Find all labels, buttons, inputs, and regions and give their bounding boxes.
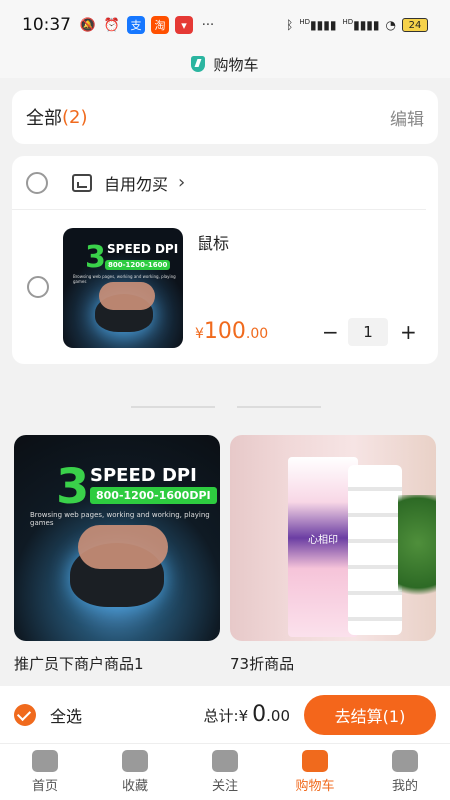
- tab-cart[interactable]: 购物车: [270, 744, 360, 800]
- cart-count: 2: [69, 106, 81, 128]
- rec-dpi-number: 3: [56, 459, 90, 515]
- cart-summary-bar: 全部(2) 编辑: [12, 90, 438, 144]
- total-int: 0: [252, 702, 267, 727]
- battery-icon: 24: [402, 18, 428, 32]
- rec-tabs: [131, 406, 321, 408]
- rec-title-2[interactable]: 73折商品: [230, 653, 436, 674]
- thumb-dpi-number: 3: [85, 240, 106, 275]
- tab-profile-label: 我的: [391, 779, 418, 794]
- all-label: 全部: [26, 108, 62, 129]
- item-select-radio[interactable]: [27, 276, 49, 298]
- tab-follow-label: 关注: [211, 779, 238, 794]
- tissue-brand-label: 心相印: [308, 535, 338, 546]
- thumb-dpi-text: SPEED DPI: [107, 242, 179, 256]
- decrease-button[interactable]: −: [322, 320, 339, 344]
- taobao-app-icon: 淘: [151, 16, 169, 34]
- checkout-bar: 全选 总计: ¥ 0 .00 去结算(1): [0, 686, 450, 744]
- rec-image-2[interactable]: 心相印: [230, 435, 436, 641]
- mute-bell-icon: 🔕: [79, 17, 97, 33]
- select-all-label[interactable]: 全选: [50, 703, 82, 727]
- page-title: 购物车: [213, 55, 259, 74]
- bottom-tabbar: 首页 收藏 关注 购物车 我的: [0, 744, 450, 800]
- rec-title[interactable]: 推广员下商户商品1: [14, 653, 220, 674]
- rec-dpi-text: SPEED DPI: [90, 465, 197, 486]
- status-right-icons: ᛒ HD▮▮▮▮ HD▮▮▮▮ ◔ 24: [286, 18, 428, 32]
- plant-graphic: [398, 495, 436, 615]
- signal-hd-icon-2: HD▮▮▮▮: [342, 18, 380, 32]
- shop-name[interactable]: 自用勿买: [104, 171, 168, 195]
- shop-header[interactable]: 自用勿买 ›: [12, 156, 426, 210]
- favorites-icon: [122, 750, 148, 772]
- item-price: ¥100.00: [195, 319, 268, 344]
- shield-icon: [191, 56, 206, 72]
- total-price: 总计: ¥ 0 .00: [204, 702, 290, 727]
- price-currency: ¥: [195, 326, 204, 342]
- signal-hd-label-2: HD: [342, 18, 354, 26]
- select-all-checkbox[interactable]: [14, 703, 36, 726]
- bluetooth-icon: ᛒ: [286, 18, 294, 32]
- item-name[interactable]: 鼠标: [197, 230, 229, 254]
- thumb-dpi-band: 800-1200-1600: [105, 260, 171, 270]
- price-int: 100: [203, 319, 246, 344]
- signal-hd-icon: HD▮▮▮▮: [299, 18, 337, 32]
- price-dec: .00: [245, 326, 269, 342]
- checkout-button[interactable]: 去结算(1): [304, 694, 436, 735]
- tab-home-label: 首页: [31, 779, 58, 794]
- item-thumbnail[interactable]: 3 SPEED DPI 800-1200-1600 Browsing web p…: [63, 228, 183, 348]
- count-close: ): [80, 106, 88, 128]
- app-notification-icon: ▾: [175, 16, 193, 34]
- rec-tab-indicator-2[interactable]: [237, 406, 321, 408]
- total-dec: .00: [266, 707, 290, 725]
- rec-card-2[interactable]: 心相印 73折商品: [230, 435, 436, 674]
- total-currency: ¥: [238, 707, 249, 725]
- signal-hd-label: HD: [299, 18, 311, 26]
- rec-card[interactable]: 3 SPEED DPI 800-1200-1600DPI Browsing we…: [14, 435, 220, 674]
- hand-graphic: [78, 525, 168, 569]
- tab-cart-label: 购物车: [295, 779, 335, 794]
- profile-icon: [392, 750, 418, 772]
- recommendations: 3 SPEED DPI 800-1200-1600DPI Browsing we…: [0, 382, 450, 696]
- alipay-app-icon: 支: [127, 16, 145, 34]
- tab-home[interactable]: 首页: [0, 744, 90, 800]
- more-dots-icon: ···: [201, 17, 215, 33]
- total-label: 总计:: [203, 707, 239, 725]
- count-open: (: [62, 106, 70, 128]
- wifi-icon: ◔: [385, 18, 396, 32]
- status-bar: 10:37 🔕 ⏰ 支 淘 ▾ ··· ᛒ HD▮▮▮▮ HD▮▮▮▮ ◔ 24: [0, 0, 450, 50]
- increase-button[interactable]: +: [400, 320, 417, 344]
- quantity-stepper: − 1 +: [322, 318, 417, 346]
- page-header: 购物车: [0, 50, 450, 78]
- follow-icon: [212, 750, 238, 772]
- status-time: 10:37: [22, 15, 71, 35]
- hand-graphic: [99, 282, 155, 310]
- alarm-icon: ⏰: [103, 17, 121, 33]
- edit-button[interactable]: 编辑: [390, 105, 424, 130]
- cart-icon: [302, 750, 328, 772]
- shop-select-radio[interactable]: [26, 171, 48, 194]
- tab-favorites[interactable]: 收藏: [90, 744, 180, 800]
- rec-image[interactable]: 3 SPEED DPI 800-1200-1600DPI Browsing we…: [14, 435, 220, 641]
- store-icon: [72, 173, 92, 192]
- home-icon: [32, 750, 58, 772]
- quantity-value[interactable]: 1: [348, 318, 388, 346]
- tab-follow[interactable]: 关注: [180, 744, 270, 800]
- rec-dpi-band: 800-1200-1600DPI: [90, 487, 217, 504]
- rec-tab-indicator[interactable]: [131, 406, 215, 408]
- tab-favorites-label: 收藏: [121, 779, 148, 794]
- chevron-right-icon: ›: [178, 172, 186, 193]
- tissue-rolls-graphic: [348, 465, 402, 635]
- tab-profile[interactable]: 我的: [360, 744, 450, 800]
